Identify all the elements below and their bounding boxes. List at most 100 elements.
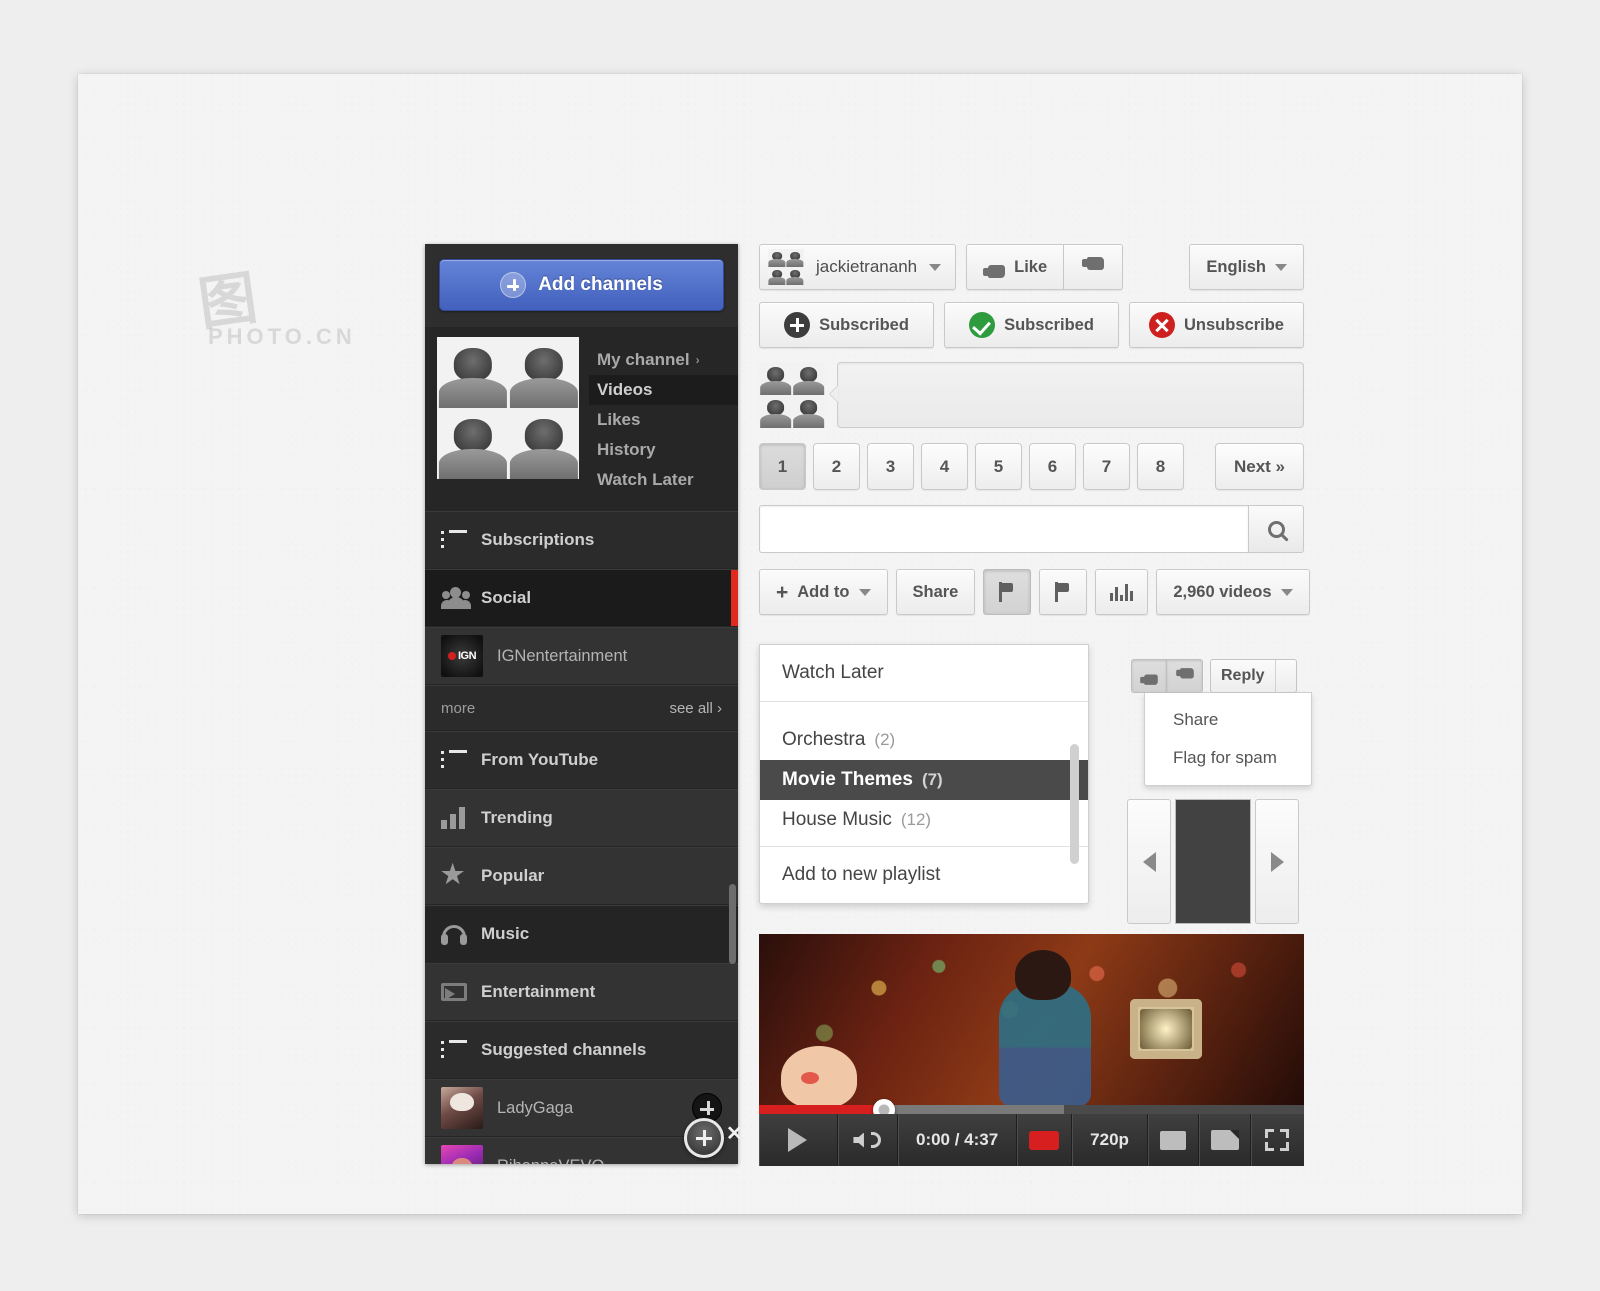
dislike-button[interactable] <box>1064 244 1124 290</box>
chevron-right-icon <box>1270 851 1284 872</box>
like-button[interactable]: Like <box>966 244 1065 290</box>
video-player[interactable]: 0:00 / 4:37 720p <box>759 934 1304 1166</box>
profile-link-videos[interactable]: Videos <box>589 375 738 405</box>
add-channels-button[interactable]: Add channels <box>439 259 724 311</box>
video-count-label: 2,960 videos <box>1173 582 1272 601</box>
search-icon <box>1267 520 1285 538</box>
fullscreen-icon <box>1265 1129 1290 1151</box>
share-button[interactable]: Share <box>895 569 976 615</box>
share-label: Share <box>912 582 959 601</box>
profile-link-my-channel[interactable]: My channel › <box>589 345 738 375</box>
sidebar-item-trending[interactable]: Trending <box>425 789 738 847</box>
reply-vote-group: Reply <box>1131 659 1306 693</box>
reply-menu-flag-spam[interactable]: Flag for spam <box>1145 739 1311 777</box>
search-button[interactable] <box>1248 505 1304 553</box>
page-button-3[interactable]: 3 <box>867 443 914 490</box>
sidebar-item-social[interactable]: Social <box>425 569 738 627</box>
carousel-prev-button[interactable] <box>1127 799 1171 924</box>
play-button[interactable] <box>759 1114 838 1166</box>
list-icon <box>441 530 481 550</box>
account-menu-button[interactable]: jackietrananh <box>759 244 957 290</box>
chevron-down-icon <box>858 588 871 596</box>
thumbnail-carousel <box>1127 799 1299 924</box>
profile-link-history[interactable]: History <box>589 435 738 465</box>
see-all-link[interactable]: see all › <box>669 700 722 717</box>
more-label[interactable]: more <box>441 700 475 717</box>
sidebar-top: Add channels <box>425 244 738 327</box>
next-page-button[interactable]: Next » <box>1214 443 1304 490</box>
playlist-item-orchestra[interactable]: Orchestra (2) <box>760 720 1088 760</box>
quality-button[interactable]: 720p <box>1072 1114 1148 1166</box>
headphones-icon <box>441 923 481 945</box>
size-button[interactable] <box>1148 1114 1200 1166</box>
comment-dislike-button[interactable] <box>1167 659 1203 693</box>
subscribed-plus-button[interactable]: Subscribed <box>759 302 934 348</box>
close-icon[interactable]: ✕ <box>726 1124 743 1144</box>
video-frame <box>759 934 1304 1114</box>
sidebar-section-from-youtube[interactable]: From YouTube <box>425 731 738 789</box>
subscribed-check-button[interactable]: Subscribed <box>944 302 1119 348</box>
active-accent-bar <box>731 570 738 626</box>
page-button-2[interactable]: 2 <box>813 443 860 490</box>
sidebar-item-label: Social <box>481 588 532 607</box>
captions-icon <box>1029 1130 1060 1150</box>
video-subject <box>998 950 1091 1107</box>
reply-button[interactable]: Reply <box>1210 659 1297 693</box>
sidebar-scrollbar[interactable] <box>729 884 736 964</box>
list-icon <box>441 1040 481 1060</box>
flag-button[interactable] <box>1039 569 1088 615</box>
reply-menu-share[interactable]: Share <box>1145 701 1311 739</box>
sidebar-channel-ign[interactable]: IGN IGNentertainment <box>425 627 738 685</box>
search-input[interactable] <box>759 505 1248 553</box>
add-to-button[interactable]: + Add to <box>759 569 888 615</box>
add-channel-button-hover[interactable] <box>684 1118 724 1158</box>
page-button-4[interactable]: 4 <box>921 443 968 490</box>
sidebar-item-label: Popular <box>481 866 545 885</box>
carousel-next-button[interactable] <box>1255 799 1299 924</box>
playlist-item-movie-themes[interactable]: Movie Themes (7) <box>760 760 1088 800</box>
dropdown-item-new-playlist[interactable]: Add to new playlist <box>760 846 1088 903</box>
profile-link-label: My channel <box>597 350 690 369</box>
close-badge-icon <box>1149 312 1176 338</box>
sidebar-item-music[interactable]: Music <box>425 905 738 963</box>
plus-icon: + <box>776 580 789 604</box>
progress-bar[interactable] <box>759 1098 1304 1121</box>
page-button-1[interactable]: 1 <box>759 443 806 490</box>
playlist-item-house-music[interactable]: House Music (12) <box>760 800 1088 840</box>
sidebar-section-subscriptions[interactable]: Subscriptions <box>425 511 738 569</box>
captions-button[interactable] <box>1017 1114 1073 1166</box>
flag-button-active[interactable] <box>983 569 1032 615</box>
sidebar-item-entertainment[interactable]: Entertainment <box>425 963 738 1021</box>
sidebar-section-suggested[interactable]: Suggested channels <box>425 1021 738 1079</box>
unsubscribe-button[interactable]: Unsubscribe <box>1129 302 1304 348</box>
comment-input[interactable] <box>829 362 1304 428</box>
comment-like-button[interactable] <box>1131 659 1167 693</box>
dropdown-item-watch-later[interactable]: Watch Later <box>760 645 1088 701</box>
profile-link-watch-later[interactable]: Watch Later <box>589 465 738 495</box>
screenshot-root: Add channels My channel › Videos Likes H… <box>0 0 1600 1291</box>
fullscreen-button[interactable] <box>1251 1114 1304 1166</box>
volume-button[interactable] <box>838 1114 898 1166</box>
star-icon: ★ <box>441 859 465 889</box>
pagination: 1 2 3 4 5 6 7 8 Next » <box>759 443 1304 490</box>
profile-link-label: Videos <box>597 380 653 399</box>
video-count-select[interactable]: 2,960 videos <box>1156 569 1310 615</box>
flag-icon <box>999 582 1015 602</box>
language-select[interactable]: English <box>1189 244 1304 290</box>
theater-button[interactable] <box>1199 1114 1251 1166</box>
main-panel: jackietrananh Like English Subscribed Su… <box>759 244 1312 1166</box>
sidebar-more-row[interactable]: more see all › <box>425 685 738 731</box>
action-toolbar: + Add to Share 2,960 videos <box>759 569 1310 615</box>
page-button-5[interactable]: 5 <box>975 443 1022 490</box>
sidebar: Add channels My channel › Videos Likes H… <box>425 244 738 1164</box>
profile-link-label: Watch Later <box>597 470 694 489</box>
profile-link-likes[interactable]: Likes <box>589 405 738 435</box>
dropdown-scrollbar[interactable] <box>1070 744 1079 864</box>
page-button-7[interactable]: 7 <box>1083 443 1130 490</box>
sidebar-item-popular[interactable]: ★ Popular <box>425 847 738 905</box>
page-button-6[interactable]: 6 <box>1029 443 1076 490</box>
ign-channel-thumbnail: IGN <box>441 635 483 677</box>
carousel-panel[interactable] <box>1175 799 1251 924</box>
statistics-button[interactable] <box>1095 569 1149 615</box>
page-button-8[interactable]: 8 <box>1137 443 1184 490</box>
